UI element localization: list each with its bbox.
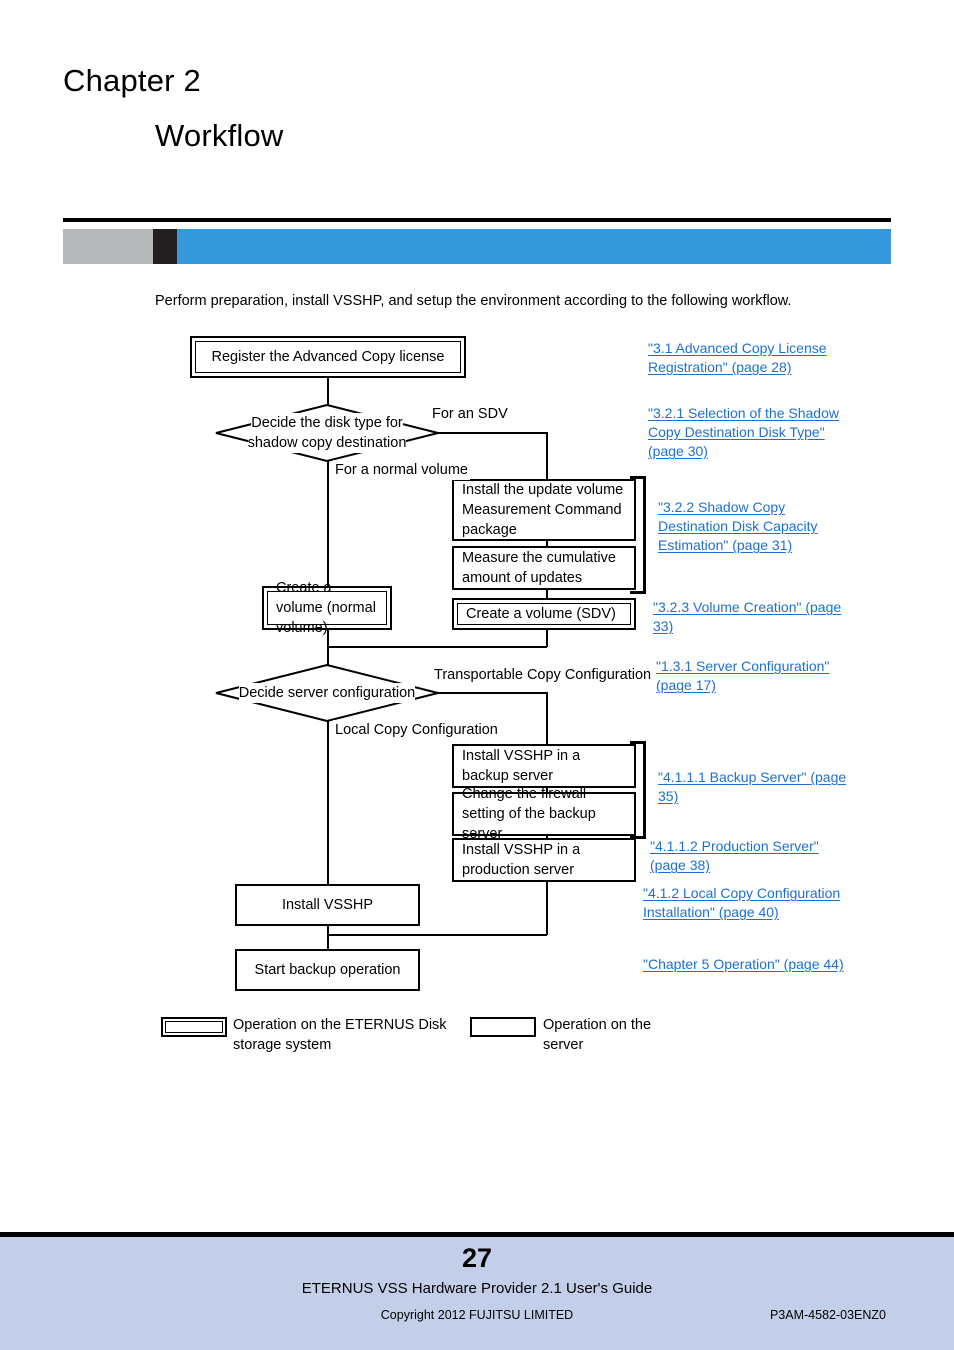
xref-4-1-1-1[interactable]: "4.1.1.1 Backup Server" (page 35) bbox=[658, 768, 858, 806]
legend-swatch-server bbox=[470, 1017, 536, 1037]
legend-swatch-eternus bbox=[161, 1017, 227, 1037]
connector-line bbox=[327, 378, 329, 406]
intro-paragraph: Perform preparation, install VSSHP, and … bbox=[155, 293, 792, 309]
legend-label-eternus: Operation on the ETERNUS Disk storage sy… bbox=[233, 1017, 447, 1053]
flow-node-label: Create a volume (SDV) bbox=[466, 606, 616, 622]
flow-node-change-firewall-setting: Change the firewall setting of the backu… bbox=[452, 786, 636, 842]
header-bar-blue bbox=[177, 229, 891, 264]
page-title: Workflow bbox=[155, 118, 284, 153]
flow-node-label: Register the Advanced Copy license bbox=[211, 349, 445, 365]
connector-line bbox=[546, 590, 548, 598]
connector-line bbox=[327, 926, 329, 950]
edge-label-for-an-sdv: For an SDV bbox=[430, 404, 510, 424]
flow-node-label: Start backup operation bbox=[254, 962, 401, 978]
xref-chapter-5[interactable]: "Chapter 5 Operation" (page 44) bbox=[643, 955, 848, 974]
flow-decision-label-line1: Decide server configuration bbox=[238, 683, 416, 703]
flow-node-label: Install VSSHP in a production server bbox=[462, 842, 581, 878]
flow-node-measure-cumulative-updates: Measure the cumulative amount of updates bbox=[452, 546, 636, 590]
flow-decision-label-line1: Decide the disk type for bbox=[251, 413, 403, 433]
xref-3-2-2[interactable]: "3.2.2 Shadow Copy Destination Disk Capa… bbox=[658, 498, 858, 555]
flow-node-install-vsshp-production-server: Install VSSHP in a production server bbox=[452, 838, 636, 882]
connector-line bbox=[327, 934, 547, 936]
connector-line bbox=[327, 646, 547, 648]
chapter-label: Chapter 2 bbox=[63, 63, 201, 98]
xref-3-2-1[interactable]: "3.2.1 Selection of the Shadow Copy Dest… bbox=[648, 404, 848, 461]
xref-3-2-3[interactable]: "3.2.3 Volume Creation" (page 33) bbox=[653, 598, 853, 636]
flow-node-install-vsshp: Install VSSHP bbox=[235, 884, 420, 926]
flow-node-install-vsshp-backup-server: Install VSSHP in a backup server bbox=[452, 744, 636, 788]
edge-label-transportable-copy-configuration: Transportable Copy Configuration bbox=[432, 665, 654, 685]
flow-node-install-measurement-command: Install the update volume Measurement Co… bbox=[452, 479, 636, 541]
connector-line bbox=[546, 432, 548, 479]
flow-node-create-volume-normal: Create a volume (normal volume) bbox=[262, 580, 392, 636]
flow-node-label: Create a volume (normal volume) bbox=[276, 580, 376, 636]
flow-node-create-volume-sdv: Create a volume (SDV) bbox=[452, 598, 636, 630]
flow-node-label: Install the update volume Measurement Co… bbox=[462, 482, 624, 538]
flow-node-start-backup-operation: Start backup operation bbox=[235, 949, 420, 991]
legend-label-server: Operation on the server bbox=[543, 1017, 652, 1053]
connector-line bbox=[437, 432, 548, 434]
header-bar-grey bbox=[63, 229, 153, 264]
flow-decision-decide-disk-type: Decide the disk type for shadow copy des… bbox=[215, 404, 439, 462]
connector-line bbox=[546, 692, 548, 744]
header-bar-black bbox=[153, 229, 177, 264]
flow-decision-label-line2: shadow copy destination bbox=[247, 433, 407, 453]
xref-3-1[interactable]: "3.1 Advanced Copy License Registration"… bbox=[648, 339, 848, 377]
connector-line bbox=[437, 692, 548, 694]
edge-label-for-a-normal-volume: For a normal volume bbox=[333, 460, 470, 480]
connector-line bbox=[327, 461, 329, 586]
footer-document-id: P3AM-4582-03ENZ0 bbox=[769, 1308, 886, 1322]
xref-1-3-1[interactable]: "1.3.1 Server Configuration" (page 17) bbox=[656, 657, 856, 695]
xref-4-1-1-2[interactable]: "4.1.1.2 Production Server" (page 38) bbox=[650, 837, 850, 875]
flow-node-label: Measure the cumulative amount of updates bbox=[462, 550, 616, 586]
connector-line bbox=[546, 630, 548, 647]
footer-page-number: 27 bbox=[461, 1243, 493, 1273]
connector-line bbox=[327, 721, 329, 884]
flow-node-label: Install VSSHP bbox=[281, 897, 374, 913]
footer-guide-title: ETERNUS VSS Hardware Provider 2.1 User's… bbox=[301, 1280, 653, 1297]
flow-node-label: Change the firewall setting of the backu… bbox=[462, 786, 596, 842]
header-rule bbox=[63, 218, 891, 222]
flow-node-register-license: Register the Advanced Copy license bbox=[190, 336, 466, 378]
flow-decision-decide-server-configuration: Decide server configuration bbox=[215, 664, 439, 722]
xref-4-1-2[interactable]: "4.1.2 Local Copy Configuration Installa… bbox=[643, 884, 843, 922]
edge-label-local-copy-configuration: Local Copy Configuration bbox=[333, 720, 500, 740]
connector-line bbox=[546, 882, 548, 935]
flow-node-label: Install VSSHP in a backup server bbox=[462, 748, 581, 784]
